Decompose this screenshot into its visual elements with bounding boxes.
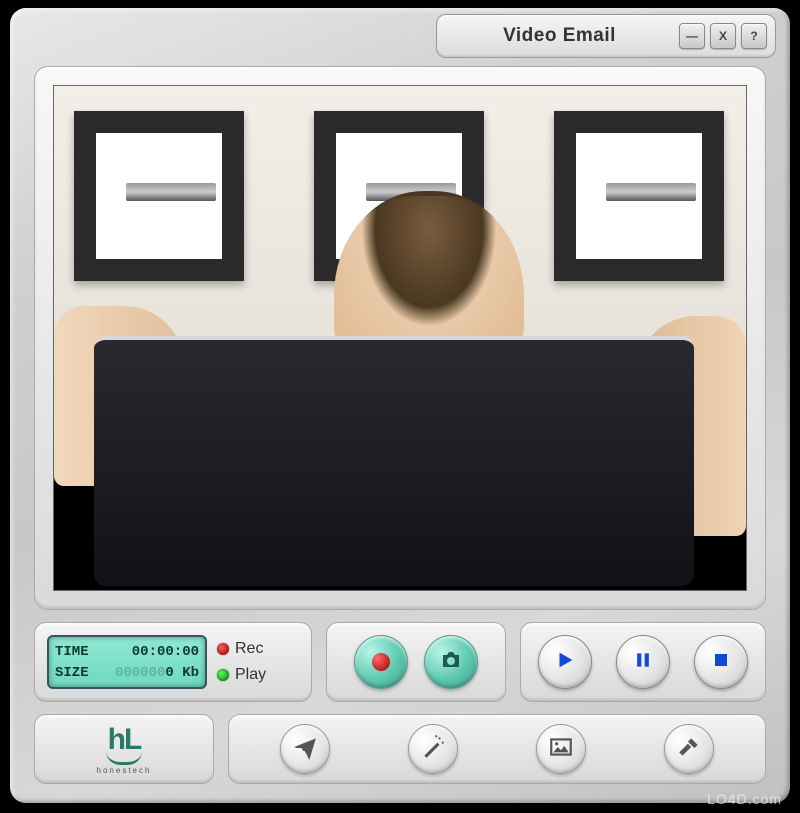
scene-device (94, 336, 694, 586)
close-icon: X (719, 29, 727, 43)
help-button[interactable]: ? (741, 23, 767, 49)
playback-panel (520, 622, 766, 702)
stop-icon (712, 651, 730, 674)
lcd-time-row: TIME 00:00:00 (55, 644, 199, 660)
size-value: 0000000 Kb (115, 665, 199, 681)
scene-picture-frame (554, 111, 724, 281)
logo-arc-icon (106, 751, 142, 765)
send-icon (292, 734, 318, 765)
time-label: TIME (55, 644, 89, 660)
rec-play-indicators: Rec Play (217, 640, 266, 684)
titlebar: Video Email — X ? (436, 14, 776, 58)
tools-panel (228, 714, 766, 784)
record-icon (372, 653, 390, 671)
video-frame (34, 66, 766, 610)
stop-button[interactable] (694, 635, 748, 689)
time-value: 00:00:00 (132, 644, 199, 660)
play-icon (554, 649, 576, 676)
close-button[interactable]: X (710, 23, 736, 49)
help-icon: ? (750, 29, 757, 43)
play-indicator: Play (217, 666, 266, 684)
controls-row: TIME 00:00:00 SIZE 0000000 Kb Rec Play (34, 622, 766, 702)
watermark: LO4D.com (707, 791, 782, 807)
scene-picture-frame (74, 111, 244, 281)
picture-button[interactable] (536, 724, 586, 774)
size-label: SIZE (55, 665, 89, 681)
minimize-button[interactable]: — (679, 23, 705, 49)
camera-button[interactable] (424, 635, 478, 689)
picture-icon (548, 734, 574, 765)
hammer-icon (676, 734, 702, 765)
pause-icon (633, 650, 653, 675)
play-button[interactable] (538, 635, 592, 689)
lcd-display: TIME 00:00:00 SIZE 0000000 Kb (47, 635, 207, 689)
rec-indicator: Rec (217, 640, 266, 658)
bottom-row: hL honestech (34, 714, 766, 784)
minimize-icon: — (686, 29, 698, 43)
record-panel (326, 622, 506, 702)
lcd-size-row: SIZE 0000000 Kb (55, 665, 199, 681)
play-led-icon (217, 669, 229, 681)
camera-icon (439, 648, 463, 677)
settings-button[interactable] (664, 724, 714, 774)
window-title: Video Email (445, 25, 674, 47)
record-button[interactable] (354, 635, 408, 689)
wand-icon (420, 734, 446, 765)
status-panel: TIME 00:00:00 SIZE 0000000 Kb Rec Play (34, 622, 312, 702)
pause-button[interactable] (616, 635, 670, 689)
video-preview (53, 85, 747, 591)
send-button[interactable] (280, 724, 330, 774)
logo-panel: hL honestech (34, 714, 214, 784)
app-window: Video Email — X ? TIME (10, 8, 790, 803)
rec-led-icon (217, 643, 229, 655)
effects-button[interactable] (408, 724, 458, 774)
logo-subtext: honestech (97, 766, 152, 775)
